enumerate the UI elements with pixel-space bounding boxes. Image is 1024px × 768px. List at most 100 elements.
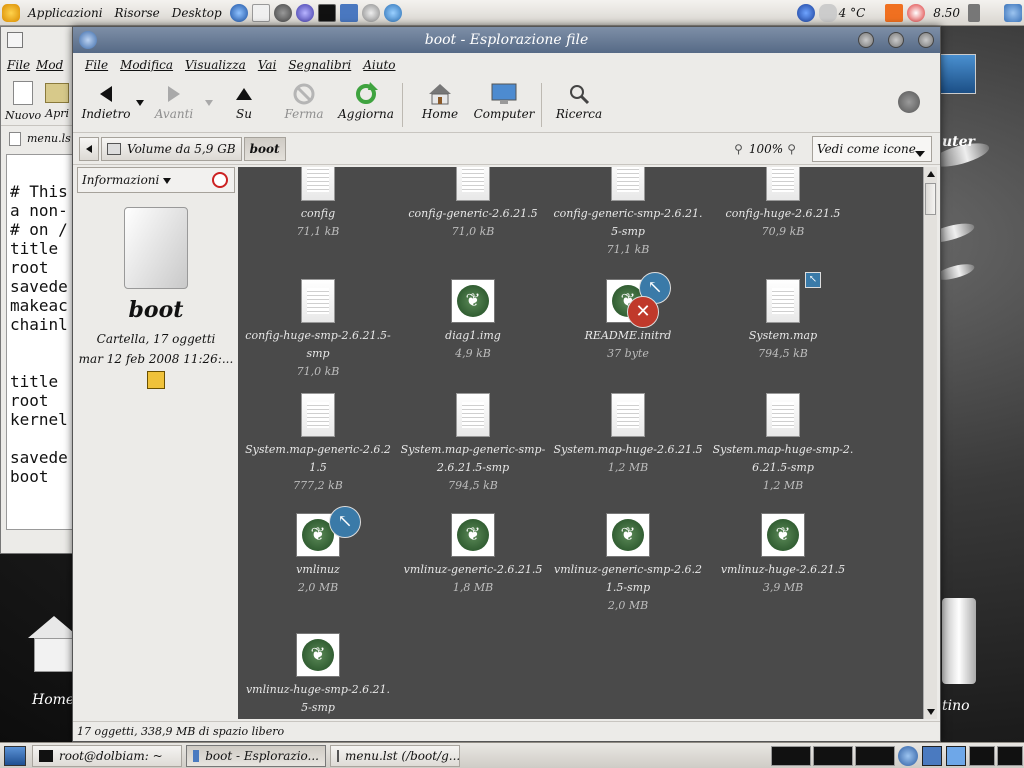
editor-text-line: title <box>10 239 59 258</box>
path-volume-button[interactable]: Volume da 5,9 GB <box>101 136 242 161</box>
search-button[interactable]: Ricerca <box>547 77 611 133</box>
forward-history-dropdown[interactable] <box>203 77 215 133</box>
scroll-down-arrow-icon[interactable] <box>924 705 937 719</box>
workspace-3[interactable] <box>855 745 895 766</box>
maximize-button[interactable] <box>888 32 904 48</box>
mail-icon[interactable] <box>251 3 270 22</box>
workspace-5[interactable] <box>997 745 1023 766</box>
editor-new-button[interactable]: Nuovo <box>5 77 41 125</box>
network-tray-icon[interactable] <box>898 745 918 766</box>
trash-icon[interactable] <box>942 598 976 684</box>
workspace-2[interactable] <box>813 745 853 766</box>
tray-app-icon[interactable] <box>922 745 942 766</box>
settings-icon[interactable] <box>361 3 380 22</box>
sidebar-folder-name: boot <box>128 297 184 323</box>
gnu-file-icon: ❦ <box>451 513 495 557</box>
power-icon[interactable] <box>796 3 815 22</box>
user-switch-icon[interactable] <box>1004 3 1022 22</box>
workspace-4[interactable] <box>969 745 995 766</box>
editor-menu-file[interactable]: File <box>7 58 30 72</box>
gnu-file-icon: ❦ <box>451 279 495 323</box>
scroll-up-arrow-icon[interactable] <box>924 167 937 181</box>
file-item[interactable]: ❦ vmlinuz-generic-smp-2.6.21.5-smp 2,0 MB <box>553 513 703 615</box>
file-item[interactable]: System.map-generic-smp-2.6.21.5-smp 794,5… <box>398 393 548 495</box>
menu-aiuto[interactable]: Aiuto <box>357 58 401 72</box>
file-item[interactable]: config 71,1 kB <box>243 167 393 241</box>
file-item[interactable]: ❦ vmlinuz-huge-smp-2.6.21.5-smp <box>243 633 393 717</box>
editor-menu-modifica[interactable]: Mod <box>36 58 63 72</box>
zoom-in-icon[interactable]: ⚲ <box>787 142 796 156</box>
forward-button[interactable]: Avanti <box>145 77 203 133</box>
terminal-icon[interactable] <box>317 3 336 22</box>
vertical-scrollbar[interactable] <box>923 167 937 719</box>
menu-segnalibri[interactable]: Segnalibri <box>282 58 357 72</box>
menu-applicazioni[interactable]: Applicazioni <box>22 6 109 20</box>
network-icon[interactable] <box>295 3 314 22</box>
menu-visualizza[interactable]: Visualizza <box>179 58 252 72</box>
path-current-button[interactable]: boot <box>243 136 286 161</box>
file-view[interactable]: config 71,1 kB config-generic-2.6.21.5 71,0… <box>238 167 923 719</box>
sidebar-header[interactable]: Informazioni <box>77 167 235 193</box>
task-terminal[interactable]: root@dolbiam: ~ <box>32 744 182 767</box>
home-button[interactable]: Home <box>408 77 472 133</box>
volume-icon[interactable] <box>968 3 980 22</box>
file-item[interactable]: config-huge-2.6.21.5 70,9 kB <box>708 167 858 241</box>
minimize-button[interactable] <box>858 32 874 48</box>
file-item[interactable]: ❦ ↖ ✕ README.initrd 37 byte <box>553 272 703 363</box>
file-item[interactable]: config-generic-smp-2.6.21.5-smp 71,1 kB <box>553 167 703 259</box>
reload-button[interactable]: Aggiorna <box>335 77 397 133</box>
gimp-icon[interactable] <box>273 3 292 22</box>
task-file-manager-label: boot - Esplorazio... <box>205 748 319 763</box>
task-editor-label: menu.lst (/boot/g... <box>345 748 460 763</box>
file-item[interactable]: ❦ vmlinuz-generic-2.6.21.5 1,8 MB <box>398 513 548 597</box>
file-manager-window[interactable]: boot - Esplorazione file File Modifica V… <box>72 26 941 742</box>
file-item[interactable]: ❦ vmlinuz-huge-2.6.21.5 3,9 MB <box>708 513 858 597</box>
task-editor[interactable]: menu.lst (/boot/g... <box>330 744 460 767</box>
file-item[interactable]: System.map-huge-2.6.21.5 1,2 MB <box>553 393 703 477</box>
editor-open-button[interactable]: Apri <box>45 77 70 125</box>
file-item[interactable]: ❦ ↖ vmlinuz 2,0 MB <box>243 506 393 597</box>
workspace-1[interactable] <box>771 745 811 766</box>
file-name: vmlinuz-huge-2.6.21.5 <box>720 563 846 576</box>
help-icon[interactable] <box>383 3 402 22</box>
tray-window-icon[interactable] <box>946 745 966 766</box>
clock[interactable]: 8.50 <box>927 6 966 20</box>
window-titlebar[interactable]: boot - Esplorazione file <box>73 27 940 53</box>
menu-desktop[interactable]: Desktop <box>166 6 228 20</box>
scrollbar-thumb[interactable] <box>925 183 936 215</box>
window-menu-icon[interactable] <box>79 31 97 49</box>
web-browser-icon[interactable] <box>229 3 248 22</box>
file-item[interactable]: config-huge-smp-2.6.21.5-smp 71,0 kB <box>243 279 393 381</box>
back-button[interactable]: Indietro <box>77 77 135 133</box>
editor-tab[interactable]: menu.ls <box>1 125 79 151</box>
no-network-icon[interactable] <box>907 3 926 22</box>
file-item[interactable]: config-generic-2.6.21.5 71,0 kB <box>398 167 548 241</box>
file-item[interactable]: System.map-generic-2.6.21.5 777,2 kB <box>243 393 393 495</box>
computer-button[interactable]: Computer <box>472 77 536 133</box>
menu-vai[interactable]: Vai <box>252 58 283 72</box>
editor-text-line: a non- <box>10 201 68 220</box>
update-icon[interactable] <box>885 3 904 22</box>
monitor-icon[interactable] <box>940 54 976 94</box>
show-desktop-icon[interactable] <box>4 745 26 766</box>
menu-file[interactable]: File <box>79 58 114 72</box>
file-item[interactable]: ❦ diag1.img 4,9 kB <box>398 279 548 363</box>
editor-text-area[interactable]: # This a non- # on / title root savede makeac c… <box>6 154 80 530</box>
close-sidebar-icon[interactable] <box>212 172 228 188</box>
text-editor-icon[interactable] <box>339 3 358 22</box>
editor-titlebar[interactable] <box>1 27 79 53</box>
zoom-out-icon[interactable]: ⚲ <box>734 142 743 156</box>
task-file-manager[interactable]: boot - Esplorazio... <box>186 744 326 767</box>
foot-menu-icon[interactable] <box>2 3 20 22</box>
up-button[interactable]: Su <box>215 77 273 133</box>
menu-risorse[interactable]: Risorse <box>109 6 166 20</box>
stop-button[interactable]: Ferma <box>273 77 335 133</box>
view-mode-select[interactable]: Vedi come icone <box>812 135 932 162</box>
home-icon[interactable] <box>28 616 80 676</box>
file-item[interactable]: System.map-huge-smp-2.6.21.5-smp 1,2 MB <box>708 393 858 495</box>
back-history-dropdown[interactable] <box>135 77 145 133</box>
file-item[interactable]: ↖ System.map 794,5 kB <box>708 272 858 363</box>
path-scroll-left-button[interactable] <box>79 136 99 161</box>
close-button[interactable] <box>918 32 934 48</box>
menu-modifica[interactable]: Modifica <box>114 58 179 72</box>
